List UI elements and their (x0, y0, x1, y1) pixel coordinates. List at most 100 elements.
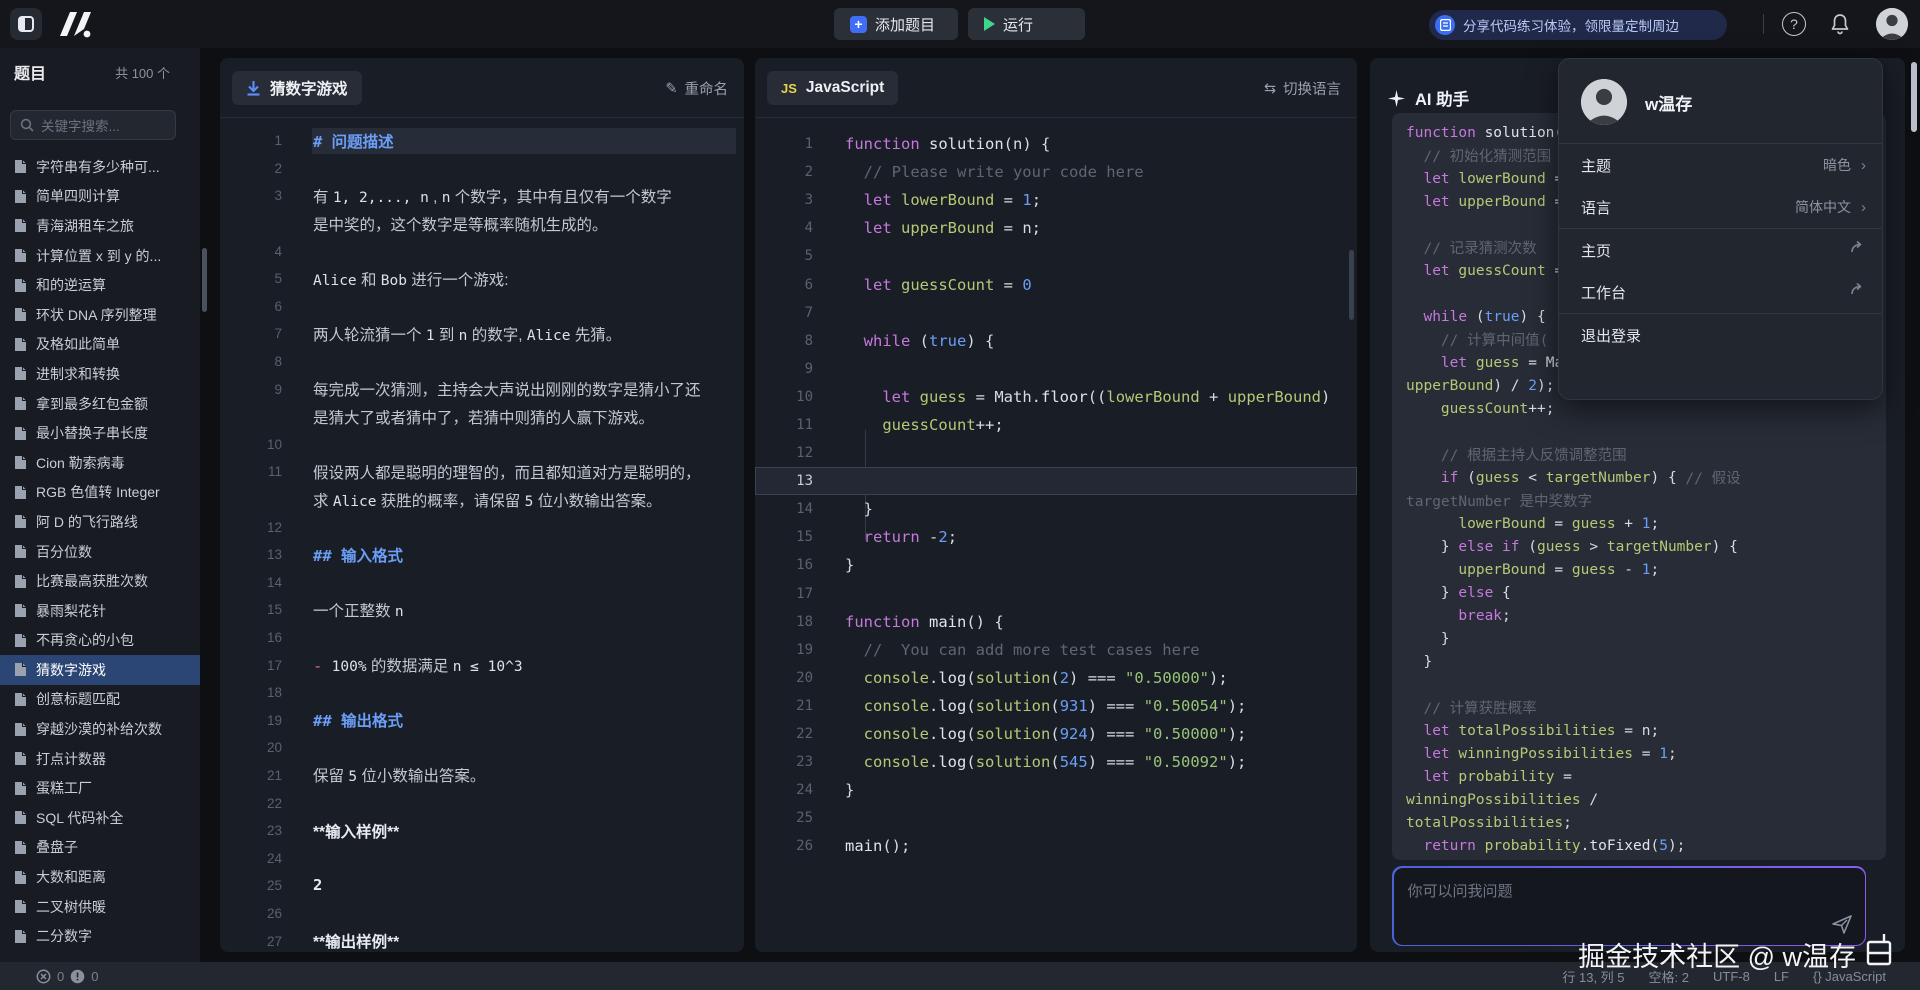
sidebar-item-label: 和的逆运算 (36, 275, 106, 295)
sidebar-item-15[interactable]: 暴雨梨花针 (0, 596, 200, 626)
sidebar-item-3[interactable]: 计算位置 x 到 y 的... (0, 241, 200, 271)
sidebar-item-23[interactable]: 叠盘子 (0, 833, 200, 863)
file-icon (14, 692, 27, 707)
sidebar-item-5[interactable]: 环状 DNA 序列整理 (0, 300, 200, 330)
code-token: 2 (938, 528, 947, 546)
rename-button[interactable]: ✎ 重命名 (665, 78, 728, 99)
promo-text: 分享代码练习体验，领限量定制周边 (1463, 15, 1679, 35)
code-token: console (864, 669, 929, 687)
switch-language-button[interactable]: ⇆ 切换语言 (1264, 78, 1341, 99)
run-button[interactable]: 运行 (968, 8, 1085, 40)
chevron-right-icon: › (1861, 157, 1866, 174)
code-token: ( (966, 697, 975, 715)
code-token: let (864, 191, 892, 209)
sidebar-item-26[interactable]: 二分数字 (0, 921, 200, 951)
add-problem-button[interactable]: + 添加题目 (834, 8, 958, 40)
code-token: > (1581, 539, 1607, 555)
code-token (1406, 194, 1423, 210)
sidebar-item-20[interactable]: 打点计数器 (0, 744, 200, 774)
sidebar-item-12[interactable]: 阿 D 的飞行路线 (0, 507, 200, 537)
sidebar-item-18[interactable]: 创意标题匹配 (0, 685, 200, 715)
dropdown-item-2[interactable]: 主页 (1559, 229, 1882, 271)
code-token (1450, 171, 1459, 187)
code-token: - (1616, 562, 1642, 578)
promo-banner[interactable]: 分享代码练习体验，领限量定制周边 (1429, 10, 1727, 40)
sidebar-item-2[interactable]: 青海湖租车之旅 (0, 211, 200, 241)
sidebar-item-19[interactable]: 穿越沙漠的补给次数 (0, 714, 200, 744)
topbar-divider (1763, 14, 1764, 34)
code-token: ++; (976, 416, 1004, 434)
sidebar-item-1[interactable]: 简单四则计算 (0, 182, 200, 212)
editor-scrollbar[interactable] (1349, 250, 1354, 320)
sidebar-item-25[interactable]: 二叉树供暖 (0, 892, 200, 922)
editor-line: 5 (755, 242, 1357, 270)
sidebar-item-10[interactable]: Cion 勒索病毒 (0, 448, 200, 478)
search-input[interactable]: 关键字搜索... (10, 110, 176, 140)
sidebar-item-21[interactable]: 蛋糕工厂 (0, 773, 200, 803)
problem-row: 10 (220, 431, 744, 459)
code-token (1450, 194, 1459, 210)
code-token: upperBound (1228, 388, 1321, 406)
dropdown-item-4[interactable]: 退出登录 (1559, 314, 1882, 356)
line-number: 13 (755, 473, 813, 489)
problem-row: 19## 输出格式 (220, 706, 744, 734)
sidebar-item-7[interactable]: 进制求和转换 (0, 359, 200, 389)
code-token: ); (1228, 697, 1247, 715)
sidebar-item-13[interactable]: 百分位数 (0, 537, 200, 567)
page-scrollbar[interactable] (1911, 62, 1917, 132)
dropdown-item-0[interactable]: 主题暗色› (1559, 144, 1882, 186)
code-token: lowerBound (1458, 171, 1545, 187)
sidebar-item-0[interactable]: 字符串有多少种可... (0, 152, 200, 182)
code-token: ## 输入格式 (313, 547, 403, 565)
language-tab[interactable]: JS JavaScript (767, 71, 898, 105)
file-icon (14, 337, 27, 352)
sidebar-item-11[interactable]: RGB 色值转 Integer (0, 478, 200, 508)
code-token: **输出样例** (313, 934, 399, 951)
code-token: upperBound (901, 219, 994, 237)
problem-text: 保留 5 位小数输出答案。 (313, 764, 485, 786)
code-token: guessCount (1441, 401, 1528, 417)
code-token: 545 (1060, 753, 1088, 771)
code-token: log (938, 725, 966, 743)
dropdown-item-label: 工作台 (1581, 282, 1849, 303)
code-token: if (1502, 539, 1519, 555)
sidebar-item-8[interactable]: 拿到最多红包金额 (0, 389, 200, 419)
problem-content[interactable]: 1# 问题描述23有 1, 2,..., n , n 个数字，其中有且仅有一个数… (220, 127, 744, 951)
ai-chat-input[interactable]: 你可以问我问题 (1394, 868, 1865, 945)
notification-bell-icon[interactable] (1828, 12, 1852, 36)
help-icon[interactable]: ? (1782, 12, 1806, 36)
problem-tab[interactable]: 猜数字游戏 (232, 71, 362, 105)
code-editor-content[interactable]: 1function solution(n) {2 // Please write… (755, 130, 1357, 950)
problem-row: 2 (220, 155, 744, 183)
promo-icon (1435, 15, 1455, 35)
editor-line: 10 let guess = Math.floor((lowerBound + … (755, 383, 1357, 411)
errors-icon (36, 969, 51, 984)
sidebar-item-14[interactable]: 比赛最高获胜次数 (0, 566, 200, 596)
user-avatar[interactable] (1876, 8, 1908, 40)
problem-row: 14 (220, 569, 744, 597)
sidebar-item-6[interactable]: 及格如此简单 (0, 330, 200, 360)
editor-line: 17 (755, 580, 1357, 608)
sidebar-item-22[interactable]: SQL 代码补全 (0, 803, 200, 833)
code-token (845, 472, 882, 490)
code-line: return -2; (845, 528, 957, 546)
plus-icon: + (850, 16, 867, 33)
sidebar-item-17[interactable]: 猜数字游戏 (0, 655, 200, 685)
sidebar-item-9[interactable]: 最小替换子串长度 (0, 418, 200, 448)
code-token: ( (1467, 309, 1484, 325)
line-number: 7 (220, 326, 282, 341)
sidebar-item-24[interactable]: 大数和距离 (0, 862, 200, 892)
sidebar-item-16[interactable]: 不再贪心的小包 (0, 626, 200, 656)
editor-line: 7 (755, 299, 1357, 327)
dropdown-item-1[interactable]: 语言简体中文› (1559, 186, 1882, 228)
code-token: console (864, 725, 929, 743)
sidebar-scrollbar[interactable] (202, 248, 207, 312)
code-token (845, 163, 864, 181)
code-token: targetNumber (1607, 539, 1712, 555)
sidebar-toggle-button[interactable] (10, 8, 42, 40)
code-token: totalPossibilities (1458, 723, 1615, 739)
sidebar-item-4[interactable]: 和的逆运算 (0, 270, 200, 300)
code-token: "0.50000" (1125, 669, 1209, 687)
send-icon[interactable] (1831, 913, 1853, 935)
dropdown-item-3[interactable]: 工作台 (1559, 271, 1882, 313)
